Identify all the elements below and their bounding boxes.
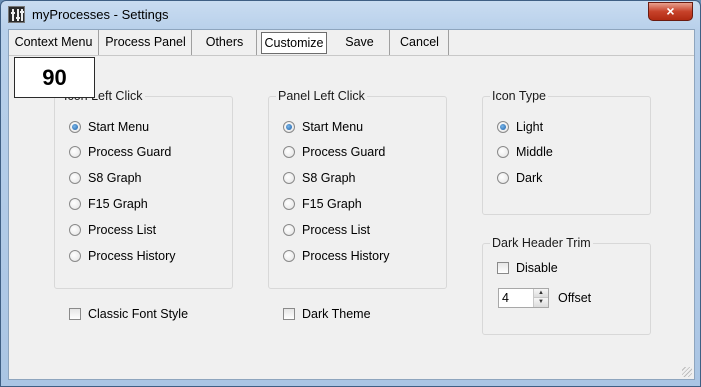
option-label: Start Menu (302, 120, 364, 134)
option-label: Process List (88, 223, 157, 237)
option-label: Process Guard (302, 145, 386, 159)
radio-icon[interactable] (283, 224, 295, 236)
radio-icon[interactable] (283, 198, 295, 210)
radio-icon[interactable] (69, 250, 81, 262)
checkbox-icon[interactable] (69, 308, 81, 320)
tab-process-panel[interactable]: Process Panel (100, 30, 192, 55)
title-bar[interactable]: myProcesses - Settings × (1, 1, 700, 29)
tab-customize[interactable]: Customize (261, 32, 327, 54)
spin-up-icon[interactable]: ▲ (534, 289, 548, 298)
icon-type-title: Icon Type (490, 89, 548, 103)
checkbox-label: Dark Theme (302, 307, 371, 321)
tab-save[interactable]: Save (330, 30, 390, 55)
radio-selected-icon[interactable] (497, 121, 509, 133)
option-label: F15 Graph (302, 197, 362, 211)
radio-icon[interactable] (283, 146, 295, 158)
option-label: Start Menu (88, 120, 150, 134)
option-label: S8 Graph (88, 171, 142, 185)
tab-cancel[interactable]: Cancel (391, 30, 449, 55)
radio-icon[interactable] (283, 250, 295, 262)
option-label: Process History (88, 249, 176, 263)
offset-value[interactable]: 4 (502, 290, 509, 306)
option-label: F15 Graph (88, 197, 148, 211)
option-label: Dark (516, 171, 543, 185)
dark-header-trim-title: Dark Header Trim (490, 236, 593, 250)
checkbox-label: Disable (516, 261, 558, 275)
tab-others[interactable]: Others (193, 30, 257, 55)
tab-context-menu[interactable]: Context Menu (9, 30, 99, 55)
offset-spinner[interactable]: 4 ▲ ▼ (498, 288, 549, 308)
radio-icon[interactable] (69, 198, 81, 210)
option-label: Middle (516, 145, 553, 159)
close-icon: × (666, 3, 675, 19)
option-label: Light (516, 120, 544, 134)
spinner-buttons: ▲ ▼ (533, 289, 548, 307)
fps-counter: 90 (14, 57, 95, 98)
close-button[interactable]: × (648, 2, 693, 21)
panel-left-click-title: Panel Left Click (276, 89, 367, 103)
client-area: Context Menu Process Panel Others Custom… (8, 29, 695, 380)
window-title: myProcesses - Settings (32, 7, 169, 22)
tab-bar: Context Menu Process Panel Others Custom… (9, 30, 694, 56)
checkbox-icon[interactable] (283, 308, 295, 320)
radio-icon[interactable] (69, 172, 81, 184)
option-label: S8 Graph (302, 171, 356, 185)
settings-window: myProcesses - Settings × Context Menu Pr… (0, 0, 701, 387)
option-label: Process History (302, 249, 390, 263)
spin-down-icon[interactable]: ▼ (534, 298, 548, 307)
resize-grip-icon[interactable] (682, 367, 692, 377)
radio-icon[interactable] (283, 172, 295, 184)
radio-selected-icon[interactable] (69, 121, 81, 133)
app-icon (8, 6, 25, 23)
radio-icon[interactable] (497, 146, 509, 158)
checkbox-icon[interactable] (497, 262, 509, 274)
radio-icon[interactable] (69, 146, 81, 158)
tab-divider (9, 55, 694, 56)
option-label: Process List (302, 223, 371, 237)
offset-label: Offset (558, 291, 592, 305)
checkbox-label: Classic Font Style (88, 307, 189, 321)
radio-icon[interactable] (497, 172, 509, 184)
radio-selected-icon[interactable] (283, 121, 295, 133)
option-label: Process Guard (88, 145, 172, 159)
radio-icon[interactable] (69, 224, 81, 236)
